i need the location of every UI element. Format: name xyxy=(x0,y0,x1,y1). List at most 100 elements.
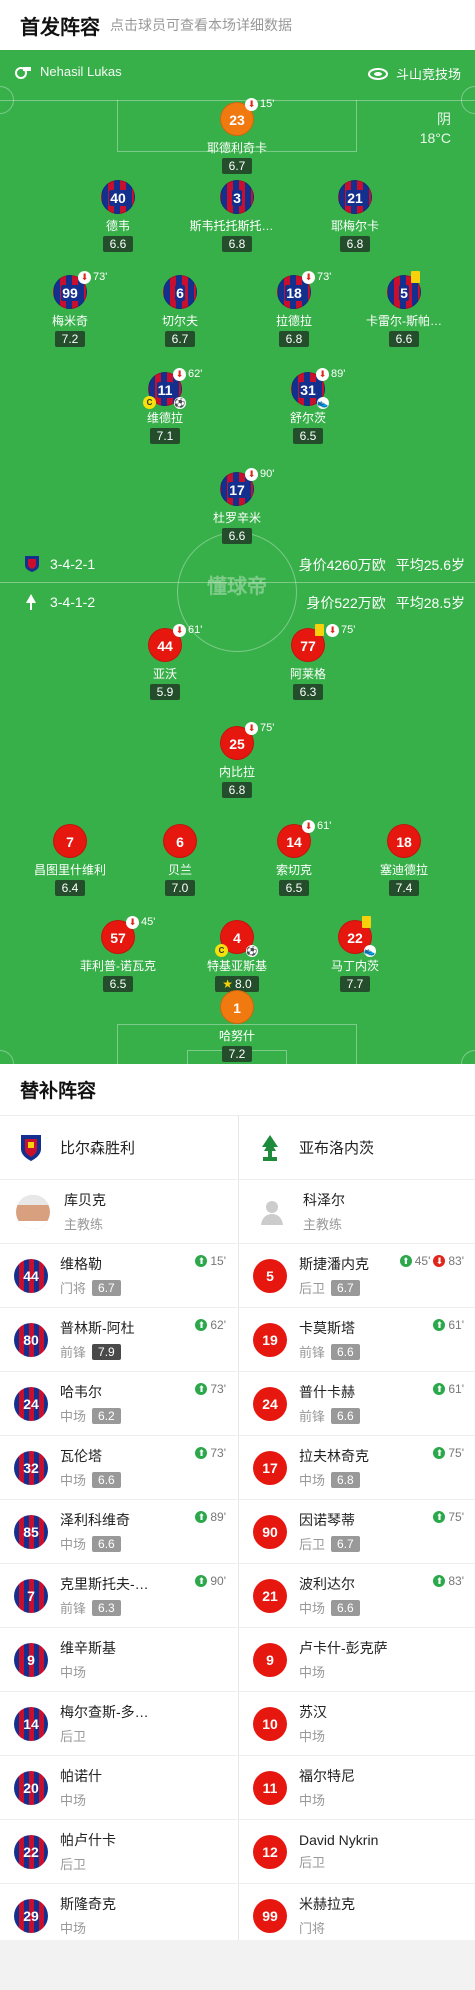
goal-ball-icon: ⚽ xyxy=(174,397,186,409)
bench-shirt-number: 5 xyxy=(253,1258,287,1293)
away-coach[interactable]: 科泽尔 主教练 xyxy=(239,1180,475,1244)
home-player[interactable]: 5 卡雷尔-斯帕… 6.6 xyxy=(339,271,469,348)
sub-time: ⬆ 15' xyxy=(195,1254,229,1268)
bench-player-name: 斯隆奇克 xyxy=(60,1896,116,1912)
bench-player-row[interactable]: 10 苏汉 中场 xyxy=(239,1692,475,1756)
home-player[interactable]: 3 斯韦托托斯托托斯托托…6.8 xyxy=(172,180,302,253)
sub-time: ⬆ 83' xyxy=(433,1574,467,1588)
away-player[interactable]: 22 👟 马丁内茨 7.7 xyxy=(290,916,420,993)
bench-player-position: 后卫 xyxy=(60,1857,87,1872)
home-player[interactable]: 40 德韦 6.6 xyxy=(53,180,183,253)
plzen-logo-icon xyxy=(16,1131,46,1165)
away-player[interactable]: 4 C ⚽ 特基亚斯基 ★ 8.0 xyxy=(172,920,302,993)
watermark-logo: 懂球帝 xyxy=(207,576,267,598)
away-player[interactable]: 44 ⬇ 61' 亚沃 5.9 xyxy=(100,623,230,701)
home-player[interactable]: 31 ⬇ 89' 👟 舒尔茨 6.5 xyxy=(243,367,373,445)
bench-player-row[interactable]: 11 福尔特尼 中场 xyxy=(239,1756,475,1820)
bench-player-row[interactable]: 80 普林斯-阿杜 前锋 7.9 ⬆ 62' xyxy=(0,1308,237,1372)
bench-rating: 6.6 xyxy=(92,1471,121,1488)
bench-shirt-number: 32 xyxy=(14,1450,48,1485)
bench-player-position: 后卫 xyxy=(299,1281,326,1296)
bench-player-name: 维辛斯基 xyxy=(60,1640,116,1656)
bench-rating: 6.8 xyxy=(331,1471,360,1488)
coach-avatar xyxy=(16,1194,50,1229)
lineup-header: 首发阵容 点击球员可查看本场详细数据 xyxy=(0,0,475,50)
bench-shirt-number: 24 xyxy=(14,1386,48,1421)
home-formation: 3-4-2-1 xyxy=(24,555,95,573)
match-info-bar: Nehasil Lukas 斗山竞技场 xyxy=(0,50,475,100)
venue: 斗山竞技场 xyxy=(367,64,461,83)
sub-on-icon: ⬆ xyxy=(433,1383,446,1395)
bench-player-row[interactable]: 44 维格勒 门将 6.7 ⬆ 15' xyxy=(0,1244,237,1308)
bench-shirt-number: 21 xyxy=(253,1578,287,1613)
assist-boot-icon: 👟 xyxy=(364,945,376,957)
bench-player-row[interactable]: 12 David Nykrin 后卫 xyxy=(239,1820,475,1884)
bench-shirt-number: 17 xyxy=(253,1450,287,1485)
bench-player-name: 福尔特尼 xyxy=(299,1768,355,1784)
away-player[interactable]: 1 哈努什 7.2 xyxy=(172,990,302,1063)
captain-icon: C xyxy=(215,944,228,957)
bench-shirt-number: 19 xyxy=(253,1322,287,1357)
bench-player-row[interactable]: 99 米赫拉克 门将 xyxy=(239,1884,475,1948)
bench-section: 比尔森胜利 库贝克 主教练 44 维格勒 门将 6.7 ⬆ 15' 80 普林斯-阿杜 前锋 7.9… xyxy=(0,1116,475,1948)
sub-time: ⬆ 73' xyxy=(195,1382,229,1396)
bench-player-row[interactable]: 20 帕诺什 中场 xyxy=(0,1756,237,1820)
bench-player-row[interactable]: 19 卡莫斯塔 前锋 6.6 ⬆ 61' xyxy=(239,1308,475,1372)
bench-shirt-number: 22 xyxy=(14,1834,48,1869)
sub-on-icon: ⬆ xyxy=(433,1319,446,1331)
bench-player-row[interactable]: 14 梅尔查斯-多… 后卫 xyxy=(0,1692,237,1756)
yellow-card-icon xyxy=(411,271,420,283)
bench-player-name: 米赫拉克 xyxy=(299,1896,355,1912)
bench-player-row[interactable]: 22 帕卢什卡 后卫 xyxy=(0,1820,237,1884)
bench-player-row[interactable]: 9 维辛斯基 中场 xyxy=(0,1628,237,1692)
away-player[interactable]: 6 贝兰 7.0 xyxy=(115,824,245,897)
sub-off-icon: ⬇ xyxy=(302,819,315,833)
away-player[interactable]: 25 ⬇ 75' 内比拉 6.8 xyxy=(172,721,302,799)
bench-rating: 7.9 xyxy=(92,1343,121,1360)
bench-player-row[interactable]: 85 泽利科维奇 中场 6.6 ⬆ 89' xyxy=(0,1500,237,1564)
sub-on-icon: ⬆ xyxy=(195,1511,208,1523)
home-coach[interactable]: 库贝克 主教练 xyxy=(0,1180,237,1244)
away-player[interactable]: 57 ⬇ 45' 菲利普-诺瓦克 6.5 xyxy=(53,915,183,993)
bench-player-row[interactable]: 7 克里斯托夫-… 前锋 6.3 ⬆ 90' xyxy=(0,1564,237,1628)
bench-player-name: 哈韦尔 xyxy=(60,1384,102,1400)
bench-player-row[interactable]: 5 斯捷潘内克 后卫 6.7 ⬆ 45' ⬇ 83' xyxy=(239,1244,475,1308)
away-bench-team[interactable]: 亚布洛内茨 xyxy=(239,1116,475,1180)
bench-player-row[interactable]: 29 斯隆奇克 中场 xyxy=(0,1884,237,1948)
sub-off-icon: ⬇ xyxy=(126,915,139,929)
bench-player-position: 后卫 xyxy=(299,1537,326,1552)
bench-player-row[interactable]: 21 波利达尔 中场 6.6 ⬆ 83' xyxy=(239,1564,475,1628)
home-player[interactable]: 21 耶梅尔卡 6.8 xyxy=(290,180,420,253)
bench-player-row[interactable]: 32 瓦伦塔 中场 6.6 ⬆ 73' xyxy=(0,1436,237,1500)
bench-player-position: 后卫 xyxy=(60,1729,87,1744)
bench-player-position: 中场 xyxy=(60,1473,87,1488)
home-bench-team[interactable]: 比尔森胜利 xyxy=(0,1116,237,1180)
bench-player-row[interactable]: 24 普什卡赫 前锋 6.6 ⬆ 61' xyxy=(239,1372,475,1436)
bench-player-name: 维格勒 xyxy=(60,1256,102,1272)
sub-on-icon: ⬆ xyxy=(433,1511,446,1523)
bench-player-position: 门将 xyxy=(299,1921,326,1936)
bench-player-row[interactable]: 9 卢卡什-彭克萨 中场 xyxy=(239,1628,475,1692)
coach-avatar-placeholder xyxy=(255,1194,289,1229)
bench-shirt-number: 85 xyxy=(14,1514,48,1549)
bench-player-name: 因诺琴蒂 xyxy=(299,1512,355,1528)
sub-off-icon: ⬇ xyxy=(173,623,186,637)
home-player[interactable]: 6 切尔夫 6.7 xyxy=(115,275,245,348)
home-player[interactable]: 17 ⬇ 90' 杜罗辛米 6.6 xyxy=(172,467,302,545)
bench-player-name: 泽利科维奇 xyxy=(60,1512,130,1528)
bench-shirt-number: 24 xyxy=(253,1386,287,1421)
bench-player-name: 瓦伦塔 xyxy=(60,1448,102,1464)
away-player[interactable]: 77 ⬇ 75' 阿莱格 6.3 xyxy=(243,623,373,701)
home-player[interactable]: 23 ⬇ 15' 耶德利奇卡 6.7 xyxy=(172,97,302,175)
home-player[interactable]: 11 ⬇ 62' C ⚽ 维德拉 7.1 xyxy=(100,367,230,445)
bench-player-row[interactable]: 17 拉夫林奇克 中场 6.8 ⬆ 75' xyxy=(239,1436,475,1500)
away-player[interactable]: 18 塞迪德拉 7.4 xyxy=(339,824,469,897)
sub-off-icon: ⬇ xyxy=(245,467,258,481)
bench-player-row[interactable]: 90 因诺琴蒂 后卫 6.7 ⬆ 75' xyxy=(239,1500,475,1564)
bench-player-row[interactable]: 24 哈韦尔 中场 6.2 ⬆ 73' xyxy=(0,1372,237,1436)
sub-time: ⬆ 75' xyxy=(433,1510,467,1524)
sub-on-icon: ⬆ xyxy=(399,1255,412,1267)
bench-shirt-number: 11 xyxy=(253,1770,287,1805)
lineup-title: 首发阵容 xyxy=(20,16,100,39)
sub-on-icon: ⬆ xyxy=(433,1575,446,1587)
